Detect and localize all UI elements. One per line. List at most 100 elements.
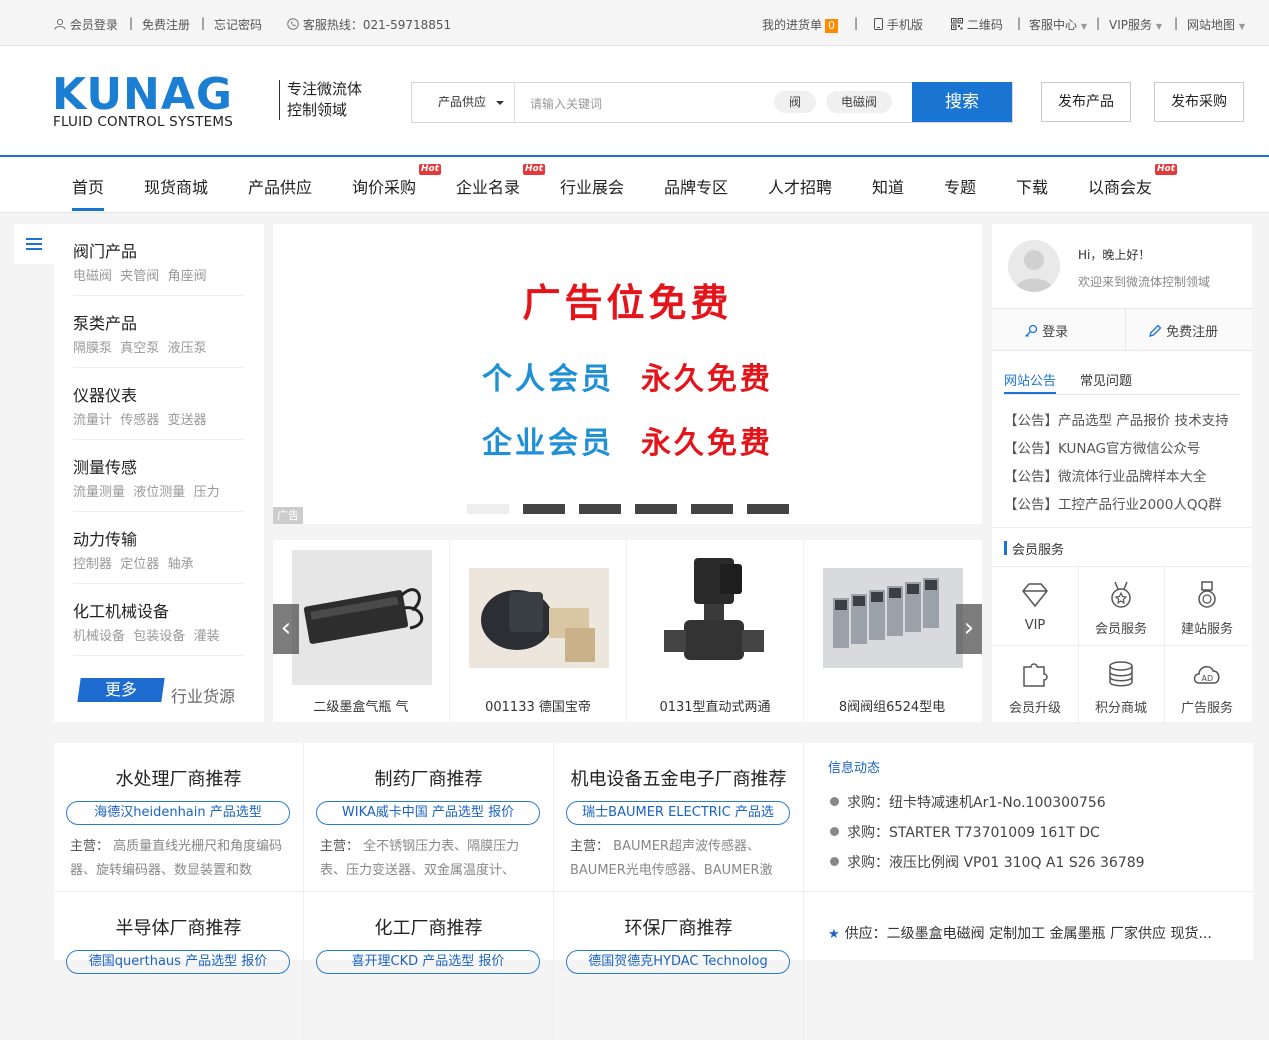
nav-knowledge[interactable]: 知道	[872, 174, 904, 198]
category-title[interactable]: 化工机械设备	[73, 598, 169, 622]
subcategory-link[interactable]: 控制器	[73, 557, 112, 572]
category-menu-toggle[interactable]	[14, 224, 54, 264]
product-image[interactable]	[469, 568, 609, 668]
product-card[interactable]: 0131型直动式两通	[627, 540, 804, 722]
search-button[interactable]: 搜索	[912, 82, 1012, 122]
carousel-dot[interactable]	[579, 504, 621, 514]
subcategory-link[interactable]: 角座阀	[168, 269, 207, 284]
cart-link[interactable]: 我的进货单 0	[762, 16, 839, 33]
category-item[interactable]: 阀门产品 电磁阀 夹管阀 角座阀	[73, 224, 243, 296]
vip-service-menu[interactable]: VIP服务 ▼	[1109, 16, 1162, 33]
product-name[interactable]: 001133 德国宝帝	[450, 696, 626, 715]
service-member[interactable]: 会员服务	[1078, 566, 1165, 646]
subcategory-link[interactable]: 液压泵	[168, 341, 207, 356]
subcategory-link[interactable]: 变送器	[168, 413, 207, 428]
recommend-title[interactable]: 化工厂商推荐	[304, 914, 553, 940]
service-upgrade[interactable]: 会员升级	[992, 645, 1079, 724]
recommend-company-link[interactable]: 瑞士BAUMER ELECTRIC 产品选	[566, 801, 790, 825]
nav-exhibition[interactable]: 行业展会	[560, 174, 624, 198]
notice-item[interactable]: 【公告】工控产品行业2000人QQ群	[1004, 493, 1222, 513]
recommend-title[interactable]: 机电设备五金电子厂商推荐	[554, 765, 803, 791]
recommend-company-link[interactable]: 喜开理CKD 产品选型 报价	[316, 950, 540, 974]
notice-item[interactable]: 【公告】微流体行业品牌样本大全	[1004, 465, 1207, 485]
subcategory-link[interactable]: 隔膜泵	[73, 341, 112, 356]
publish-purchase-button[interactable]: 发布采购	[1154, 82, 1244, 122]
subcategory-link[interactable]: 真空泵	[120, 341, 159, 356]
subcategory-link[interactable]: 灌装	[194, 629, 220, 644]
category-item[interactable]: 泵类产品 隔膜泵 真空泵 液压泵	[73, 296, 243, 368]
notice-item[interactable]: 【公告】KUNAG官方微信公众号	[1004, 437, 1200, 457]
industry-source-link[interactable]: 行业货源	[171, 683, 235, 707]
carousel-dot[interactable]	[523, 504, 565, 514]
notice-item[interactable]: 【公告】产品选型 产品报价 技术支持	[1004, 409, 1229, 429]
category-title[interactable]: 仪器仪表	[73, 382, 137, 406]
category-title[interactable]: 测量传感	[73, 454, 137, 478]
info-dynamics-title[interactable]: 信息动态	[828, 757, 880, 776]
recommend-company-link[interactable]: 德国querthaus 产品选型 报价	[66, 950, 290, 974]
login-link[interactable]: 会员登录	[54, 16, 118, 33]
subcategory-link[interactable]: 流量测量	[73, 485, 125, 500]
nav-brand-zone[interactable]: 品牌专区	[664, 174, 728, 198]
subcategory-link[interactable]: 压力	[194, 485, 220, 500]
subcategory-link[interactable]: 传感器	[120, 413, 159, 428]
recommend-company-link[interactable]: 海德汉heidenhain 产品选型	[66, 801, 290, 825]
ad-banner[interactable]: 广告位免费 个人会员 永久免费 企业会员 永久免费 广告	[273, 224, 982, 524]
product-image[interactable]	[292, 550, 432, 685]
forgot-password-link[interactable]: 忘记密码	[214, 16, 262, 33]
service-points-mall[interactable]: 积分商城	[1078, 645, 1165, 724]
product-card[interactable]: 001133 德国宝帝	[450, 540, 627, 722]
nav-home[interactable]: 首页	[72, 174, 105, 211]
subcategory-link[interactable]: 流量计	[73, 413, 112, 428]
subcategory-link[interactable]: 液位测量	[133, 485, 185, 500]
product-name[interactable]: 二级墨盒气瓶 气	[273, 696, 449, 715]
tab-site-notice[interactable]: 网站公告	[1004, 370, 1057, 394]
service-center-menu[interactable]: 客服中心 ▼	[1029, 16, 1087, 33]
more-button[interactable]: 更多	[77, 678, 165, 702]
tab-faq[interactable]: 常见问题	[1080, 370, 1132, 389]
nav-downloads[interactable]: 下载	[1016, 174, 1048, 198]
nav-topics[interactable]: 专题	[944, 174, 976, 198]
category-title[interactable]: 阀门产品	[73, 238, 137, 262]
carousel-dot[interactable]	[747, 504, 789, 514]
nav-spot-mall[interactable]: 现货商城	[144, 174, 208, 198]
recommend-company-link[interactable]: WIKA威卡中国 产品选型 报价	[316, 801, 540, 825]
search-tag[interactable]: 电磁阀	[826, 91, 892, 113]
nav-business-friends[interactable]: 以商会友	[1088, 174, 1152, 198]
publish-product-button[interactable]: 发布产品	[1041, 82, 1131, 122]
recommend-company-link[interactable]: 德国贺德克HYDAC Technolog	[566, 950, 790, 974]
logo-main[interactable]: KUNAG	[52, 73, 233, 117]
mobile-link[interactable]: 手机版	[874, 16, 923, 33]
carousel-dot[interactable]	[467, 504, 509, 514]
product-name[interactable]: 0131型直动式两通	[627, 696, 803, 715]
subcategory-link[interactable]: 夹管阀	[120, 269, 159, 284]
category-item[interactable]: 仪器仪表 流量计 传感器 变送器	[73, 368, 243, 440]
info-item[interactable]: 求购：STARTER T73701009 161T DC	[830, 822, 1100, 842]
recommend-title[interactable]: 水处理厂商推荐	[54, 765, 303, 791]
nav-inquiry[interactable]: 询价采购	[352, 174, 416, 198]
register-link[interactable]: 免费注册	[142, 16, 190, 33]
sitemap-menu[interactable]: 网站地图 ▼	[1187, 16, 1245, 33]
recommend-title[interactable]: 制药厂商推荐	[304, 765, 553, 791]
subcategory-link[interactable]: 轴承	[168, 557, 194, 572]
supply-item[interactable]: ★ 供应：二级墨盒电磁阀 定制加工 金属墨瓶 厂家供应 现货...	[828, 923, 1212, 943]
qrcode-link[interactable]: 二维码	[951, 16, 1003, 33]
product-card[interactable]: 二级墨盒气瓶 气	[273, 540, 450, 722]
service-vip[interactable]: VIP	[992, 566, 1079, 646]
carousel-dot[interactable]	[635, 504, 677, 514]
category-title[interactable]: 动力传输	[73, 526, 137, 550]
search-input[interactable]: 请输入关键词	[530, 95, 602, 112]
search-tag[interactable]: 阀	[774, 91, 816, 113]
register-button[interactable]: 免费注册	[1148, 321, 1218, 340]
category-item[interactable]: 动力传输 控制器 定位器 轴承	[73, 512, 243, 584]
category-item[interactable]: 测量传感 流量测量 液位测量 压力	[73, 440, 243, 512]
subcategory-link[interactable]: 电磁阀	[73, 269, 112, 284]
recommend-title[interactable]: 环保厂商推荐	[554, 914, 803, 940]
info-item[interactable]: 求购：纽卡特减速机Ar1-No.100300756	[830, 792, 1106, 812]
category-title[interactable]: 泵类产品	[73, 310, 137, 334]
product-name[interactable]: 8阀阀组6524型电	[804, 696, 980, 715]
service-advertising[interactable]: AD 广告服务	[1164, 645, 1250, 724]
product-card[interactable]: 8阀阀组6524型电	[804, 540, 980, 722]
category-item[interactable]: 化工机械设备 机械设备 包装设备 灌装	[73, 584, 243, 656]
subcategory-link[interactable]: 机械设备	[73, 629, 125, 644]
login-button[interactable]: 登录	[1024, 321, 1068, 340]
